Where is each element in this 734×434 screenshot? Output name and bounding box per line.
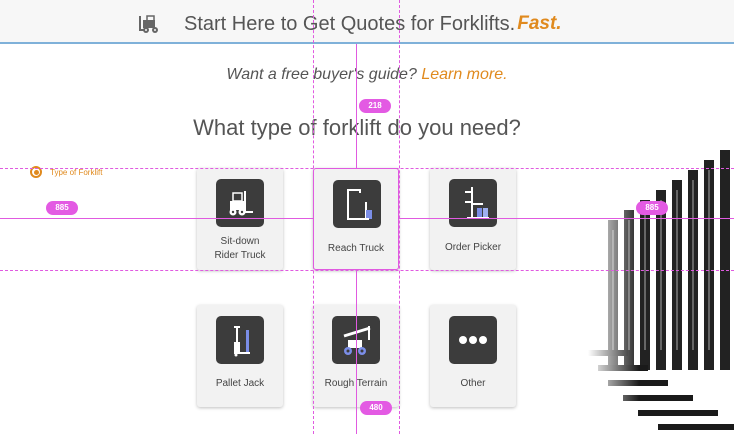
buyers-guide-text: Want a free buyer's guide? Learn more. <box>0 66 734 84</box>
sit-down-forklift-icon <box>216 179 264 227</box>
guide-line-bottom-measure <box>356 270 357 434</box>
guide-line-bottom <box>0 270 734 271</box>
guide-line-left <box>313 0 314 434</box>
measure-badge-top: 218 <box>359 99 391 113</box>
pallet-jack-icon <box>216 316 264 364</box>
buyers-guide-prefix: Want a free buyer's guide? <box>226 66 417 83</box>
header-bar: Start Here to Get Quotes for Forklifts. … <box>0 0 734 44</box>
header-accent: Fast. <box>517 13 562 34</box>
measure-badge-right: 885 <box>636 201 668 215</box>
forklift-fleet-image <box>588 150 734 434</box>
guide-line-right <box>399 0 400 434</box>
forklift-icon <box>139 15 158 33</box>
guide-line-right-measure <box>399 218 734 219</box>
option-sit-down-rider-truck[interactable]: Sit-down Rider Truck <box>197 168 283 270</box>
option-other[interactable]: Other <box>430 305 516 407</box>
option-order-picker[interactable]: Order Picker <box>430 168 516 270</box>
guide-line-top <box>0 168 734 169</box>
guide-line-left-measure <box>0 218 313 219</box>
option-label: Pallet Jack <box>215 378 265 389</box>
order-picker-icon <box>449 179 497 227</box>
option-label: Reach Truck <box>327 243 385 254</box>
option-label: Order Picker <box>444 242 502 253</box>
learn-more-link[interactable]: Learn more. <box>421 66 507 83</box>
header-title: Start Here to Get Quotes for Forklifts. <box>184 12 516 35</box>
option-label: Other <box>460 378 486 389</box>
option-reach-truck[interactable]: Reach Truck <box>313 168 399 270</box>
guide-line-top-measure <box>356 44 357 168</box>
option-pallet-jack[interactable]: Pallet Jack <box>197 305 283 407</box>
option-label: Sit-down Rider Truck <box>214 236 266 261</box>
reach-truck-icon <box>333 180 381 228</box>
measure-badge-left: 885 <box>46 201 78 215</box>
more-dots-icon <box>449 316 497 364</box>
measure-badge-bottom: 480 <box>360 401 392 415</box>
page-title: What type of forklift do you need? <box>193 115 521 140</box>
header-content: Start Here to Get Quotes for Forklifts. … <box>138 10 562 38</box>
